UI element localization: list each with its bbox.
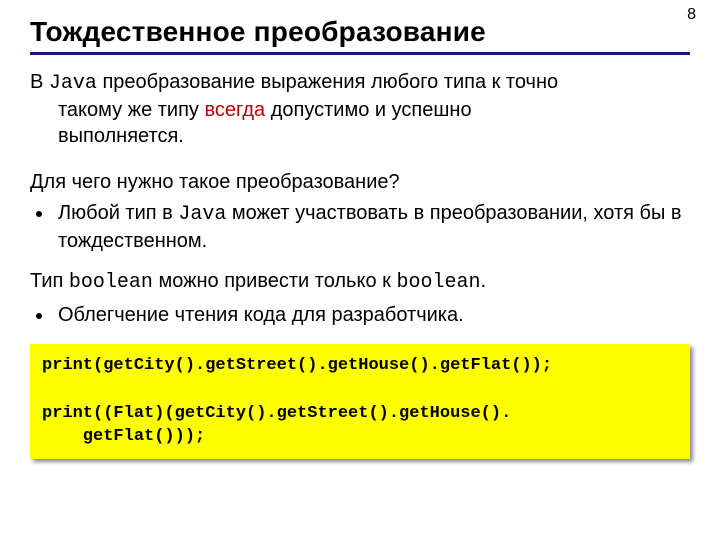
intro-highlight: всегда	[204, 99, 265, 121]
stmt-e: .	[480, 270, 486, 292]
slide: 8 Тождественное преобразование В Java пр…	[0, 0, 720, 540]
stmt-a: Тип	[30, 270, 69, 292]
page-number: 8	[687, 6, 696, 24]
boolean-statement: Тип boolean можно привести только к bool…	[30, 270, 690, 294]
title-rule	[30, 52, 690, 55]
code-example: print(getCity().getStreet().getHouse().g…	[30, 344, 690, 459]
intro-text-line1: преобразование выражения любого типа к т…	[97, 71, 558, 93]
intro-cont-b: допустимо и успешно	[265, 99, 471, 121]
slide-title: Тождественное преобразование	[30, 16, 690, 48]
bullet-list-2: Облегчение чтения кода для разработчика.	[30, 302, 690, 328]
intro-cont-a: такому же типу	[58, 99, 204, 121]
intro-text-prefix: В	[30, 71, 49, 93]
bullet-1-java: Java	[178, 203, 226, 226]
question-text: Для чего нужно такое преобразование?	[30, 171, 690, 194]
bullet-1a: Любой тип в	[58, 202, 178, 224]
bullet-list-1: Любой тип в Java может участвовать в пре…	[30, 200, 690, 254]
stmt-d: boolean	[396, 271, 480, 294]
intro-java: Java	[49, 72, 97, 95]
stmt-c: можно привести только к	[153, 270, 397, 292]
intro-paragraph: В Java преобразование выражения любого т…	[30, 69, 690, 149]
bullet-1: Любой тип в Java может участвовать в пре…	[54, 200, 690, 254]
bullet-2: Облегчение чтения кода для разработчика.	[54, 302, 690, 328]
intro-cont-2: выполняется.	[30, 123, 690, 149]
stmt-b: boolean	[69, 271, 153, 294]
